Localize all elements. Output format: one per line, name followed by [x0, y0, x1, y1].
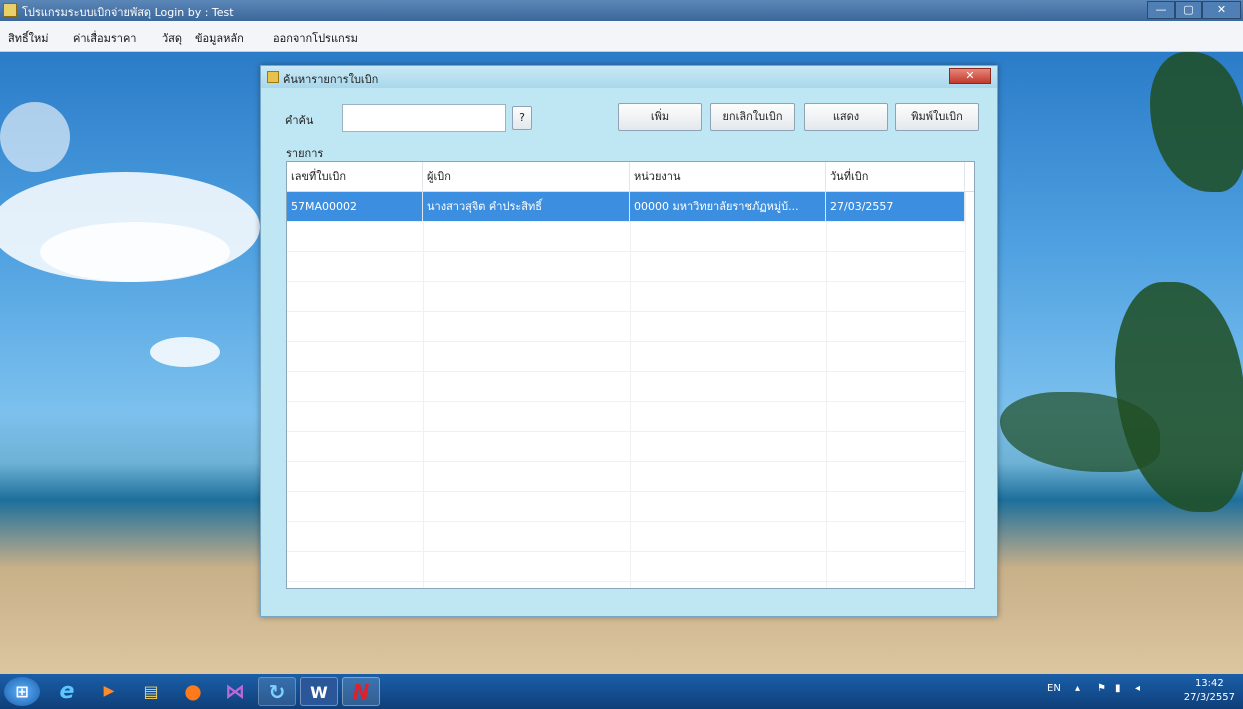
table-header: เลขที่ใบเบิก ผู้เบิก หน่วยงาน วันที่เบิก [287, 162, 974, 192]
taskbar: ⊞ e ▶ ▤ ● ⋈ ↻ W N EN ▴ ⚑ ▮ ◂ 13:42 27/3/… [0, 674, 1243, 709]
media-player-icon[interactable]: ▶ [90, 677, 128, 706]
empty-table-row [287, 402, 965, 432]
start-orb-icon[interactable]: ⊞ [4, 677, 40, 706]
search-label: คำค้น [285, 114, 314, 127]
add-button[interactable]: เพิ่ม [618, 103, 702, 131]
column-header-date[interactable]: วันที่เบิก [826, 162, 965, 192]
column-header-requester[interactable]: ผู้เบิก [423, 162, 630, 192]
cell-requisition-no: 57MA00002 [287, 192, 423, 222]
clock[interactable]: 13:42 27/3/2557 [1184, 677, 1235, 705]
column-header-requisition-no[interactable]: เลขที่ใบเบิก [287, 162, 423, 192]
empty-table-row [287, 522, 965, 552]
menu-bar: สิทธิ์ใหม่ ค่าเสื่อมราคา วัสดุ ข้อมูลหลั… [0, 21, 1243, 52]
dialog-title-bar: ค้นหารายการใบเบิก ✕ [261, 66, 997, 88]
app-icon [3, 3, 17, 17]
empty-table-row [287, 282, 965, 312]
action-center-icon[interactable]: ⚑ [1097, 683, 1106, 694]
tray-chevron-icon[interactable]: ▴ [1075, 683, 1080, 694]
palm-shape [1115, 282, 1243, 512]
language-indicator[interactable]: EN [1047, 683, 1061, 694]
menu-item-4[interactable]: ข้อมูลหลัก [195, 29, 244, 47]
clock-time: 13:42 [1194, 678, 1224, 689]
empty-table-row [287, 432, 965, 462]
maximize-button[interactable]: ▢ [1175, 1, 1202, 19]
empty-table-row [287, 312, 965, 342]
clock-date: 27/3/2557 [1183, 692, 1235, 703]
cloud-shape [40, 222, 230, 282]
app-title-bar: โปรแกรมระบบเบิกจ่ายพัสดุ Login by : Test… [0, 0, 1243, 21]
empty-table-row [287, 552, 965, 582]
print-requisition-button[interactable]: พิมพ์ใบเบิก [895, 103, 979, 131]
empty-table-row [287, 222, 965, 252]
search-input[interactable] [342, 104, 506, 132]
menu-item-2[interactable]: ค่าเสื่อมราคา [73, 29, 137, 47]
empty-table-row [287, 252, 965, 282]
dialog-title: ค้นหารายการใบเบิก [283, 73, 379, 86]
app-title: โปรแกรมระบบเบิกจ่ายพัสดุ Login by : Test [22, 6, 234, 19]
close-window-button[interactable]: ✕ [1202, 1, 1241, 19]
firefox-icon[interactable]: ● [174, 677, 212, 706]
search-requisition-dialog: ค้นหารายการใบเบิก ✕ คำค้น ? เพิ่ม ยกเลิก… [260, 65, 998, 617]
word-icon[interactable]: W [300, 677, 338, 706]
cloud-shape [150, 337, 220, 367]
show-button[interactable]: แสดง [804, 103, 888, 131]
menu-item-1[interactable]: สิทธิ์ใหม่ [8, 29, 49, 47]
cloud-shape [0, 102, 70, 172]
empty-table-row [287, 462, 965, 492]
empty-table-row [287, 342, 965, 372]
palm-shape [1150, 52, 1243, 192]
menu-item-5[interactable]: ออกจากโปรแกรม [273, 29, 358, 47]
requisition-table[interactable]: เลขที่ใบเบิก ผู้เบิก หน่วยงาน วันที่เบิก… [286, 161, 975, 589]
help-button[interactable]: ? [512, 106, 532, 130]
refresh-app-icon[interactable]: ↻ [258, 677, 296, 706]
network-icon[interactable]: ▮ [1115, 683, 1121, 694]
volume-icon[interactable]: ◂ [1135, 683, 1140, 694]
empty-table-row [287, 372, 965, 402]
table-row[interactable]: 57MA00002 นางสาวสุจิต คำประสิทธิ์ 00000 … [287, 192, 965, 222]
column-header-department[interactable]: หน่วยงาน [630, 162, 826, 192]
column-divider [965, 192, 966, 588]
menu-item-3[interactable]: วัสดุ [162, 29, 182, 47]
dialog-icon [267, 71, 279, 83]
minimize-button[interactable]: — [1147, 1, 1175, 19]
n-app-icon[interactable]: N [342, 677, 380, 706]
visual-studio-icon[interactable]: ⋈ [216, 677, 254, 706]
cancel-requisition-button[interactable]: ยกเลิกใบเบิก [710, 103, 795, 131]
dialog-close-button[interactable]: ✕ [949, 68, 991, 84]
cell-date: 27/03/2557 [826, 192, 965, 222]
internet-explorer-icon[interactable]: e [48, 677, 86, 706]
cell-department: 00000 มหาวิทยาลัยราชภัฏหมู่บ้... [630, 192, 826, 222]
empty-table-row [287, 492, 965, 522]
list-label: รายการ [286, 147, 324, 160]
file-explorer-icon[interactable]: ▤ [132, 677, 170, 706]
cell-requester: นางสาวสุจิต คำประสิทธิ์ [423, 192, 630, 222]
